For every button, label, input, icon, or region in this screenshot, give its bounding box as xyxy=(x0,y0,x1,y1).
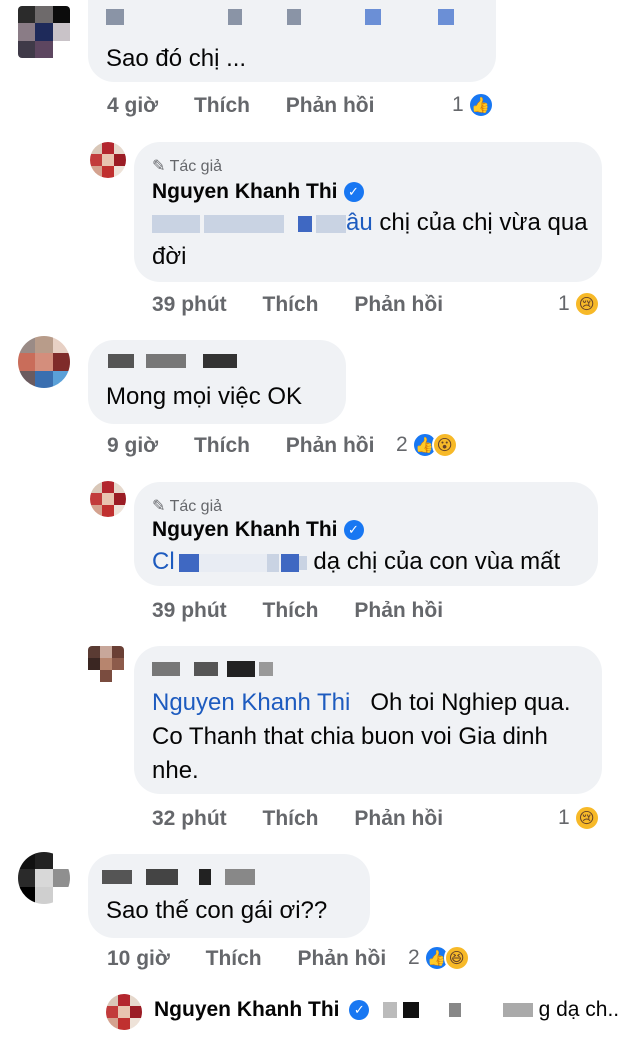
verified-icon: ✓ xyxy=(343,182,364,202)
reply-time[interactable]: 39 phút xyxy=(152,599,227,622)
avatar[interactable] xyxy=(18,852,70,904)
reply-actions: 39 phút Thích Phản hồi xyxy=(152,293,473,317)
mention-redacted[interactable]: Cl xyxy=(152,548,307,575)
reply-button[interactable]: Phản hồi xyxy=(354,599,443,622)
like-button[interactable]: Thích xyxy=(263,599,319,622)
sad-icon: 😢 xyxy=(573,291,600,317)
pencil-icon: ✎ xyxy=(152,158,166,175)
mention-redacted[interactable]: âu xyxy=(152,209,373,236)
reaction-summary[interactable]: 1 😢 xyxy=(558,291,600,317)
author-badge: ✎ Tác giả xyxy=(152,158,223,175)
commenter-name-redacted[interactable] xyxy=(106,8,454,26)
reply-preview[interactable]: Nguyen Khanh Thi ✓ g dạ ch... xyxy=(154,998,620,1022)
reaction-summary[interactable]: 2 👍 😆 xyxy=(408,945,470,971)
commenter-name-redacted[interactable] xyxy=(152,660,274,678)
reply-button[interactable]: Phản hồi xyxy=(286,94,375,117)
author-name[interactable]: Nguyen Khanh Thi ✓ xyxy=(152,518,364,542)
comment-text: Mong mọi việc OK xyxy=(106,383,303,410)
comment-time[interactable]: 4 giờ xyxy=(107,94,158,117)
avatar[interactable] xyxy=(88,646,124,682)
avatar[interactable] xyxy=(18,6,70,58)
mention-link[interactable]: Nguyen Khanh Thi xyxy=(152,689,350,716)
like-icon: 👍 xyxy=(467,92,494,118)
like-button[interactable]: Thích xyxy=(263,293,319,316)
comment-time[interactable]: 10 giờ xyxy=(107,947,170,970)
reply-actions: 32 phút Thích Phản hồi xyxy=(152,807,473,831)
comment-actions: 10 giờ Thích Phản hồi xyxy=(107,947,416,971)
like-button[interactable]: Thích xyxy=(263,807,319,830)
reply-text: âu chị của chị vừa qua đời xyxy=(152,209,588,270)
comment-actions: 4 giờ Thích Phản hồi xyxy=(107,94,404,118)
author-avatar[interactable] xyxy=(90,481,126,517)
pencil-icon: ✎ xyxy=(152,498,166,515)
reply-button[interactable]: Phản hồi xyxy=(286,434,375,457)
avatar[interactable] xyxy=(18,336,70,388)
reply-text: Nguyen Khanh Thi Oh toi Nghiep qua. Co T… xyxy=(152,689,571,784)
verified-icon: ✓ xyxy=(349,1000,370,1020)
commenter-name-redacted[interactable] xyxy=(102,868,256,886)
sad-icon: 😢 xyxy=(573,805,600,831)
like-button[interactable]: Thích xyxy=(206,947,262,970)
comment-text: Sao thế con gái ơi?? xyxy=(106,897,328,924)
reaction-summary[interactable]: 1 👍 xyxy=(452,92,494,118)
verified-icon: ✓ xyxy=(343,520,364,540)
author-avatar[interactable] xyxy=(90,142,126,178)
reply-text: Cl dạ chị của con vùa mất xyxy=(152,548,561,575)
commenter-name-redacted[interactable] xyxy=(108,352,237,370)
reply-time[interactable]: 32 phút xyxy=(152,807,227,830)
comment-bubble: Sao đó chị ... xyxy=(88,0,496,82)
wow-icon: 😮 xyxy=(431,432,458,458)
reply-bubble: ✎ Tác giả Nguyen Khanh Thi ✓ âu chị của c… xyxy=(134,142,602,282)
comment-time[interactable]: 9 giờ xyxy=(107,434,158,457)
author-avatar[interactable] xyxy=(106,994,142,1030)
reaction-summary[interactable]: 1 😢 xyxy=(558,805,600,831)
haha-icon: 😆 xyxy=(443,945,470,971)
reply-button[interactable]: Phản hồi xyxy=(297,947,386,970)
like-button[interactable]: Thích xyxy=(194,94,250,117)
comment-actions: 9 giờ Thích Phản hồi xyxy=(107,434,404,458)
reply-button[interactable]: Phản hồi xyxy=(354,293,443,316)
like-button[interactable]: Thích xyxy=(194,434,250,457)
reply-button[interactable]: Phản hồi xyxy=(354,807,443,830)
author-name[interactable]: Nguyen Khanh Thi ✓ xyxy=(152,180,364,204)
reply-time[interactable]: 39 phút xyxy=(152,293,227,316)
author-badge: ✎ Tác giả xyxy=(152,498,223,515)
reply-bubble: ✎ Tác giả Nguyen Khanh Thi ✓ Cl dạ chị củ… xyxy=(134,482,598,586)
author-name[interactable]: Nguyen Khanh Thi xyxy=(154,998,340,1021)
reply-preview-text: g dạ ch... xyxy=(538,998,620,1021)
reaction-summary[interactable]: 2 👍 😮 xyxy=(396,432,458,458)
comment-text: Sao đó chị ... xyxy=(106,45,247,72)
comment-bubble: Mong mọi việc OK xyxy=(88,340,346,424)
reply-bubble: Nguyen Khanh Thi Oh toi Nghiep qua. Co T… xyxy=(134,646,602,794)
comment-bubble: Sao thế con gái ơi?? xyxy=(88,854,370,938)
reply-actions: 39 phút Thích Phản hồi xyxy=(152,599,473,623)
